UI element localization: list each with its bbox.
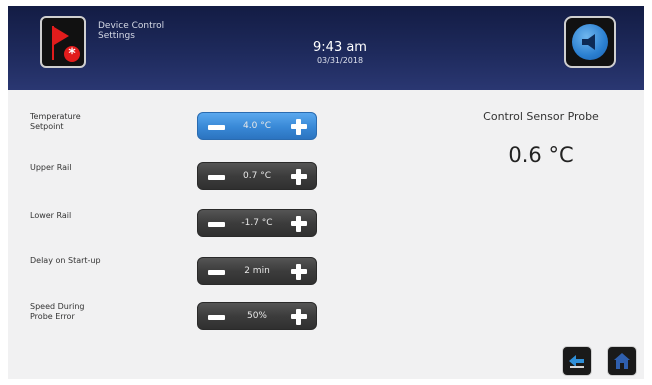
- screen-title-line2: Settings: [98, 31, 135, 41]
- delay-on-startup-minus-button[interactable]: [206, 265, 228, 279]
- home-button[interactable]: [607, 346, 637, 376]
- clock-date: 03/31/2018: [316, 56, 364, 65]
- header-bar: * Device Control Settings 9:43 am 03/31/…: [8, 6, 644, 90]
- clock: 9:43 am 03/31/2018: [298, 40, 382, 67]
- back-arrow-icon: [569, 355, 584, 368]
- label-temperature-setpoint: Temperature Setpoint: [30, 112, 81, 131]
- delay-on-startup-plus-button[interactable]: [290, 263, 308, 281]
- label-lower-rail: Lower Rail: [30, 211, 72, 220]
- device-screen: * Device Control Settings 9:43 am 03/31/…: [8, 6, 644, 379]
- label-upper-rail: Upper Rail: [30, 163, 72, 172]
- lower-rail-plus-button[interactable]: [290, 215, 308, 233]
- sensor-value: 0.6 °C: [508, 143, 574, 167]
- home-icon: [614, 353, 630, 369]
- speed-during-probe-error-stepper[interactable]: 50%: [197, 302, 317, 330]
- alert-star-icon: *: [64, 46, 80, 62]
- sound-button[interactable]: [564, 16, 616, 68]
- delay-on-startup-stepper[interactable]: 2 min: [197, 257, 317, 285]
- lower-rail-stepper[interactable]: -1.7 °C: [197, 209, 317, 237]
- upper-rail-stepper[interactable]: 0.7 °C: [197, 162, 317, 190]
- speed-during-probe-error-value: 50%: [246, 311, 267, 321]
- delay-on-startup-value: 2 min: [244, 266, 270, 276]
- temperature-setpoint-minus-button[interactable]: [206, 120, 228, 134]
- flag-icon: [54, 27, 69, 45]
- screen-title: Device Control Settings: [98, 21, 164, 41]
- speed-during-probe-error-plus-button[interactable]: [290, 308, 308, 326]
- lower-rail-minus-button[interactable]: [206, 217, 228, 231]
- clock-time: 9:43 am: [313, 40, 367, 55]
- label-speed-during-probe-error: Speed During Probe Error: [30, 302, 85, 321]
- temperature-setpoint-value: 4.0 °C: [243, 121, 271, 131]
- sensor-title: Control Sensor Probe: [483, 110, 599, 123]
- speed-during-probe-error-minus-button[interactable]: [206, 310, 228, 324]
- lower-rail-value: -1.7 °C: [241, 218, 273, 228]
- speaker-icon: [572, 24, 608, 60]
- upper-rail-plus-button[interactable]: [290, 168, 308, 186]
- upper-rail-value: 0.7 °C: [243, 171, 271, 181]
- alarm-button[interactable]: *: [40, 16, 86, 68]
- screen-title-line1: Device Control: [98, 21, 165, 31]
- upper-rail-minus-button[interactable]: [206, 170, 228, 184]
- temperature-setpoint-stepper[interactable]: 4.0 °C: [197, 112, 317, 140]
- label-delay-on-startup: Delay on Start-up: [30, 256, 101, 265]
- temperature-setpoint-plus-button[interactable]: [290, 118, 308, 136]
- back-button[interactable]: [562, 346, 592, 376]
